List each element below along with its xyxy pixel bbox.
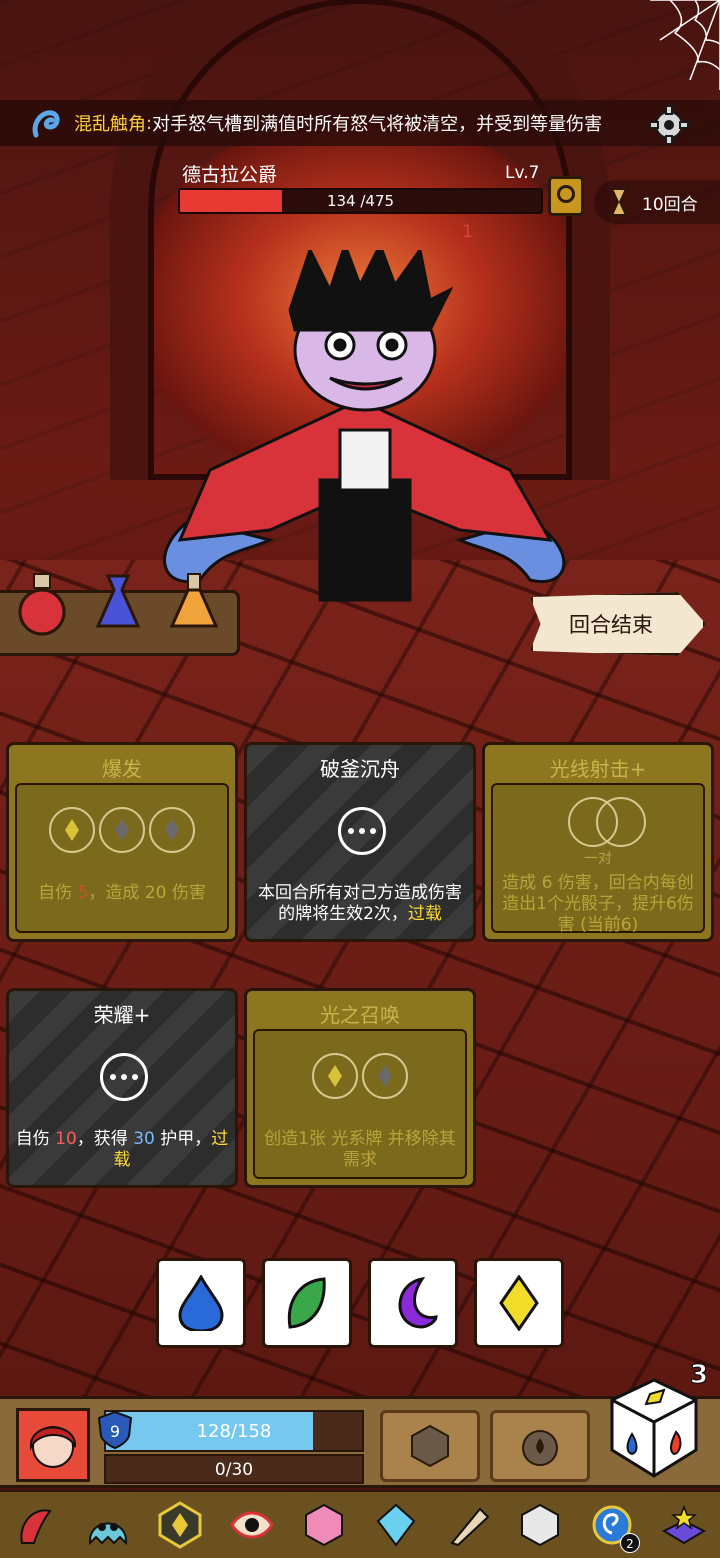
- card-guangzhizhaohuan[interactable]: 光之召唤 创造1张 光系牌 并移除其需求: [244, 988, 476, 1188]
- pair-label: 一对: [584, 851, 612, 867]
- pair-rings-icon: [568, 797, 646, 847]
- card-title: 爆发: [102, 757, 142, 781]
- ability-name: 混乱触角: [74, 114, 146, 135]
- gray-diamond-icon: [378, 1065, 392, 1087]
- card-pofuchenzhou[interactable]: 破釜沉舟 本回合所有对己方造成伤害的牌将生效2次，过载: [244, 742, 476, 942]
- card-title: 光线射击+: [549, 757, 647, 781]
- dice-slots: [17, 807, 227, 853]
- card-description: 造成 6 伤害，回合内每创造出1个光骰子，提升6伤害 (当前6): [502, 873, 694, 935]
- tentacle-icon: [32, 110, 60, 138]
- gray-diamond-icon: [115, 819, 129, 841]
- relic-gold-frame[interactable]: [154, 1499, 206, 1551]
- flaming-eye-icon: [230, 1511, 274, 1539]
- dice-slot: [149, 807, 195, 853]
- relic-blue-gem[interactable]: [370, 1499, 422, 1551]
- star-box-icon: [661, 1504, 707, 1545]
- end-turn-button[interactable]: 回合结束: [530, 592, 706, 656]
- card-description: 创造1张 光系牌 并移除其需求: [264, 1129, 456, 1170]
- card-body: 一对 造成 6 伤害，回合内每创造出1个光骰子，提升6伤害 (当前6): [491, 783, 705, 935]
- player-hp-text: 128/158: [196, 1421, 272, 1442]
- card-description: 自伤 5，造成 20 伤害: [38, 883, 206, 903]
- dice-slot: [312, 1053, 358, 1099]
- pot-icon: [522, 1430, 558, 1466]
- dice-slot: [362, 1053, 408, 1099]
- boss-level: Lv.7: [505, 163, 540, 183]
- card-rongyao[interactable]: 荣耀+ 自伤 10，获得 30 护甲，过载: [6, 988, 238, 1188]
- relic-white-d20[interactable]: [514, 1499, 566, 1551]
- more-dots-icon[interactable]: [338, 807, 386, 855]
- card-body: 创造1张 光系牌 并移除其需求: [253, 1029, 467, 1179]
- relic-ghost[interactable]: [82, 1499, 134, 1551]
- moon-die[interactable]: [368, 1258, 458, 1348]
- dice-slots: [255, 1053, 465, 1099]
- card-baofa[interactable]: 爆发 自伤 5，造成 20 伤害: [6, 742, 238, 942]
- boss-name: 德古拉公爵: [182, 164, 278, 186]
- relic-pink-gem[interactable]: [298, 1499, 350, 1551]
- leaf-die[interactable]: [262, 1258, 352, 1348]
- pink-d20-icon: [305, 1503, 343, 1547]
- turn-count-label: 10回合: [642, 194, 698, 215]
- card-title: 荣耀+: [93, 1003, 151, 1027]
- player-rage-text: 0/30: [214, 1460, 254, 1480]
- boss-hp-text: 134 /475: [326, 192, 395, 210]
- ability-description: 对手怒气槽到满值时所有怒气将被清空，并受到等量伤害: [152, 114, 603, 135]
- dice-slot: [49, 807, 95, 853]
- light-die[interactable]: [474, 1258, 564, 1348]
- yellow-diamond-icon: [65, 819, 79, 841]
- water-die[interactable]: [156, 1258, 246, 1348]
- roll-dice-icon[interactable]: [606, 1376, 702, 1480]
- blue-ghost-icon: [88, 1522, 128, 1546]
- hourglass-icon: [610, 188, 628, 216]
- gold-diamond-frame-icon: [158, 1501, 202, 1549]
- pot-slot[interactable]: [490, 1410, 590, 1482]
- damage-float-text: 1: [462, 222, 473, 242]
- relic-star-box[interactable]: [658, 1499, 710, 1551]
- settings-gear-icon[interactable]: [648, 104, 690, 146]
- card-title: 破釜沉舟: [320, 757, 400, 781]
- yellow-diamond-icon: [328, 1065, 342, 1087]
- relic-swirl[interactable]: 2: [586, 1499, 640, 1553]
- cobweb-icon: [650, 0, 720, 90]
- red-horn-icon: [20, 1509, 52, 1544]
- gray-diamond-icon: [165, 819, 179, 841]
- enemy-ability-banner: 混乱触角 : 对手怒气槽到满值时所有怒气将被清空，并受到等量伤害: [0, 100, 720, 146]
- boss-hp-bar: 134 /475: [178, 188, 543, 214]
- horn-cup-icon: [450, 1507, 490, 1547]
- relic-count-badge: 2: [620, 1533, 640, 1553]
- moon-icon: [398, 1276, 438, 1329]
- relic-bar: 2: [0, 1490, 720, 1558]
- shield-value: 9: [110, 1422, 120, 1441]
- relic-eye[interactable]: [226, 1499, 278, 1551]
- orange-potion-icon[interactable]: [164, 568, 224, 640]
- white-d20-icon: [521, 1503, 559, 1547]
- enemy-info-book-button[interactable]: [548, 176, 584, 216]
- card-guangxianshesi[interactable]: 光线射击+ 一对 造成 6 伤害，回合内每创造出1个光骰子，提升6伤害 (当前6…: [482, 742, 714, 942]
- more-dots-icon[interactable]: [100, 1053, 148, 1101]
- player-avatar[interactable]: [16, 1408, 90, 1482]
- red-potion-icon[interactable]: [12, 568, 72, 640]
- light-diamond-icon: [499, 1275, 539, 1331]
- shield-icon: 9: [97, 1410, 133, 1450]
- blue-gem-icon: [376, 1503, 416, 1547]
- d20-slot[interactable]: [380, 1410, 480, 1482]
- player-hp-bar: 128/158: [104, 1410, 364, 1452]
- leaf-icon: [287, 1277, 326, 1329]
- card-body: 自伤 5，造成 20 伤害: [15, 783, 229, 933]
- water-drop-icon: [178, 1275, 224, 1331]
- player-rage-bar: 0/30: [104, 1454, 364, 1484]
- dice-slot: [99, 807, 145, 853]
- blue-potion-icon[interactable]: [88, 568, 148, 640]
- turn-counter: 10回合: [594, 180, 720, 224]
- card-description: 本回合所有对己方造成伤害的牌将生效2次，过载: [258, 883, 462, 924]
- card-description: 自伤 10，获得 30 护甲，过载: [15, 1129, 229, 1170]
- d20-icon: [411, 1424, 449, 1468]
- player-portrait-icon: [29, 1426, 77, 1468]
- card-title: 光之召唤: [320, 1003, 400, 1027]
- relic-horn-cup[interactable]: [442, 1499, 494, 1551]
- relic-horn[interactable]: [10, 1499, 62, 1551]
